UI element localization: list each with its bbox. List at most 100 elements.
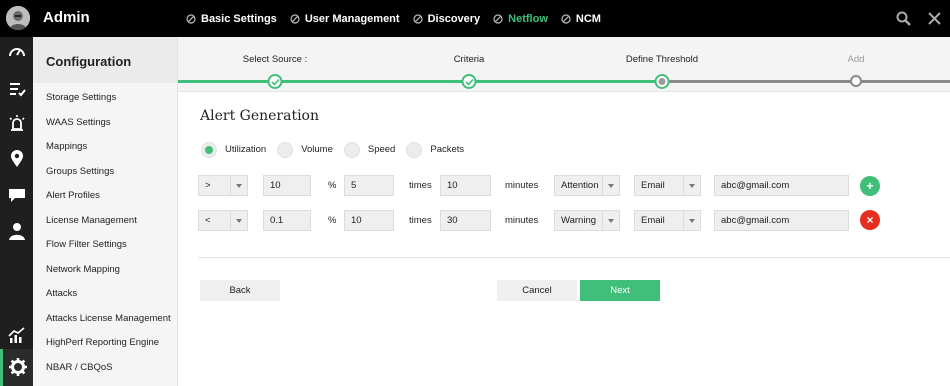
dashboard-icon[interactable] — [7, 42, 27, 62]
chat-icon[interactable] — [7, 185, 27, 205]
nav-label: User Management — [304, 12, 400, 25]
operator-select[interactable]: < — [198, 210, 248, 231]
severity-select[interactable]: Warning — [554, 210, 620, 231]
nav-basic-settings[interactable]: Basic Settings — [186, 13, 277, 25]
sidebar-item-alert-profiles[interactable]: Alert Profiles — [33, 184, 177, 209]
radio-label: Volume — [301, 144, 333, 155]
radio-circle — [201, 141, 217, 158]
nav-label: Basic Settings — [201, 12, 277, 25]
sidebar-item-highperf-reporting-engine[interactable]: HighPerf Reporting Engine — [33, 331, 177, 356]
nav-ncm[interactable]: NCM — [561, 13, 601, 25]
icon-rail — [0, 37, 33, 386]
operator-select[interactable]: > — [198, 175, 248, 196]
radio-label: Speed — [367, 144, 396, 155]
sidebar-item-license-management[interactable]: License Management — [33, 209, 177, 234]
chevron-down-icon — [230, 176, 247, 195]
step-done-dot[interactable] — [267, 74, 283, 89]
threshold-input[interactable]: 5 — [344, 175, 394, 196]
operator-value: < — [205, 215, 211, 226]
wizard-stepper: Select Source : Criteria Define Threshol… — [178, 37, 950, 92]
add-rule-button[interactable]: + — [860, 176, 880, 196]
progress-track-done — [178, 80, 662, 83]
minutes-input[interactable]: 10 — [440, 175, 491, 196]
step-current-dot — [654, 74, 670, 89]
sidebar-item-storage-settings[interactable]: Storage Settings — [33, 86, 177, 111]
plus-icon: + — [866, 179, 874, 193]
radio-circle — [277, 141, 294, 158]
inventory-icon[interactable] — [7, 79, 27, 99]
radio-label: Utilization — [225, 144, 267, 155]
settings-rail-item[interactable] — [0, 349, 33, 386]
alarms-icon[interactable] — [7, 113, 27, 133]
radio-circle — [343, 141, 360, 158]
severity-value: Attention — [561, 180, 599, 191]
user-icon[interactable] — [7, 221, 27, 241]
search-icon[interactable] — [896, 11, 911, 26]
radio-speed[interactable]: Speed — [343, 141, 396, 158]
check-icon — [465, 78, 474, 86]
sidebar-item-attacks[interactable]: Attacks — [33, 282, 177, 307]
radio-utilization[interactable]: Utilization — [201, 141, 267, 158]
cancel-button[interactable]: Cancel — [497, 280, 577, 301]
step-label-add: Add — [847, 54, 865, 65]
nav-label: Netflow — [508, 12, 548, 25]
section-title: Alert Generation — [200, 108, 319, 124]
config-sidebar: Configuration Storage Settings WAAS Sett… — [33, 37, 178, 386]
disabled-circle-icon — [186, 13, 196, 24]
sidebar-item-mappings[interactable]: Mappings — [33, 135, 177, 160]
sidebar-item-flow-filter-settings[interactable]: Flow Filter Settings — [33, 233, 177, 258]
operator-value: > — [205, 180, 211, 191]
sidebar-item-attacks-license-management[interactable]: Attacks License Management — [33, 307, 177, 332]
severity-select[interactable]: Attention — [554, 175, 620, 196]
times-label: times — [409, 215, 432, 226]
threshold-input[interactable]: 10 — [344, 210, 394, 231]
chevron-down-icon — [230, 211, 247, 230]
sidebar-item-network-mapping[interactable]: Network Mapping — [33, 258, 177, 283]
value-input[interactable]: 10 — [263, 175, 311, 196]
sidebar-item-nbar-cbqos[interactable]: NBAR / CBQoS — [33, 356, 177, 381]
radio-packets[interactable]: Packets — [406, 141, 465, 158]
channel-select[interactable]: Email — [634, 210, 701, 231]
map-icon[interactable] — [7, 148, 27, 168]
back-button[interactable]: Back — [200, 280, 280, 301]
disabled-circle-icon — [561, 13, 571, 24]
disabled-circle-icon — [493, 13, 503, 24]
check-icon — [271, 78, 280, 86]
remove-rule-button[interactable]: × — [860, 210, 880, 230]
avatar[interactable] — [6, 6, 30, 30]
channel-value: Email — [641, 215, 665, 226]
channel-value: Email — [641, 180, 665, 191]
email-input[interactable]: abc@gmail.com — [714, 175, 849, 196]
nav-label: NCM — [575, 12, 601, 25]
step-label-select-source: Select Source : — [242, 54, 308, 65]
progress-track-remaining — [662, 80, 950, 83]
reports-icon[interactable] — [7, 325, 27, 345]
nav-label: Discovery — [427, 12, 481, 25]
chevron-down-icon — [683, 211, 700, 230]
step-todo-dot — [850, 75, 862, 87]
minutes-label: minutes — [505, 180, 539, 191]
channel-select[interactable]: Email — [634, 175, 701, 196]
tools-close-icon[interactable] — [928, 12, 941, 25]
next-button[interactable]: Next — [580, 280, 660, 301]
value-input[interactable]: 0.1 — [263, 210, 311, 231]
nav-discovery[interactable]: Discovery — [412, 12, 481, 25]
sidebar-item-waas-settings[interactable]: WAAS Settings — [33, 111, 177, 136]
minutes-input[interactable]: 30 — [440, 210, 491, 231]
step-label-define-threshold: Define Threshold — [625, 54, 699, 65]
percent-label: % — [328, 180, 337, 191]
email-input[interactable]: abc@gmail.com — [714, 210, 849, 231]
sidebar-item-groups-settings[interactable]: Groups Settings — [33, 160, 177, 185]
metric-radio-group: Utilization Volume Speed Packets — [201, 141, 475, 158]
disabled-circle-icon — [290, 13, 300, 24]
percent-label: % — [328, 215, 337, 226]
sidebar-heading: Configuration — [33, 37, 177, 83]
divider — [198, 257, 950, 258]
step-done-dot[interactable] — [461, 74, 477, 89]
disabled-circle-icon — [412, 13, 423, 24]
radio-label: Packets — [430, 144, 465, 155]
nav-user-management[interactable]: User Management — [290, 13, 400, 25]
radio-volume[interactable]: Volume — [277, 141, 333, 158]
nav-netflow[interactable]: Netflow — [493, 13, 548, 25]
close-icon: × — [866, 213, 874, 227]
